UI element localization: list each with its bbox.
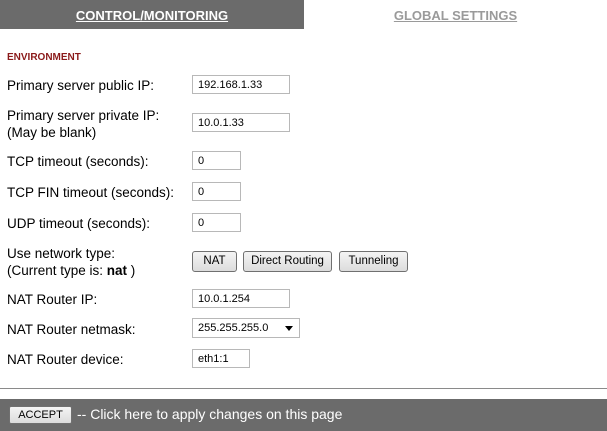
nat-router-ip-input[interactable]: 10.0.1.254: [192, 289, 290, 308]
udp-timeout-label: UDP timeout (seconds):: [7, 216, 151, 231]
primary-private-ip-input[interactable]: 10.0.1.33: [192, 113, 290, 132]
tcp-timeout-input[interactable]: 0: [192, 151, 241, 170]
netmask-selected-value: 255.255.255.0: [198, 322, 269, 334]
current-type-prefix: (Current type is:: [7, 263, 107, 278]
primary-private-ip-label: Primary server private IP:: [7, 108, 160, 123]
tcp-fin-timeout-label: TCP FIN timeout (seconds):: [7, 185, 175, 200]
primary-public-ip-input[interactable]: 192.168.1.33: [192, 75, 290, 94]
tab-control-monitoring[interactable]: CONTROL/MONITORING: [0, 0, 304, 29]
nat-router-device-input[interactable]: eth1:1: [192, 349, 250, 368]
nat-button[interactable]: NAT: [192, 251, 237, 272]
udp-timeout-input[interactable]: 0: [192, 213, 241, 232]
current-type-value: nat: [106, 263, 128, 278]
tcp-timeout-label: TCP timeout (seconds):: [7, 154, 149, 169]
nat-router-netmask-select[interactable]: 255.255.255.0: [192, 318, 300, 338]
nat-router-netmask-label: NAT Router netmask:: [7, 322, 136, 337]
primary-private-ip-note: (May be blank): [7, 125, 97, 140]
direct-routing-button[interactable]: Direct Routing: [243, 251, 332, 272]
tab-bar: CONTROL/MONITORING GLOBAL SETTINGS: [0, 0, 607, 29]
network-type-label: Use network type:: [7, 246, 116, 261]
accept-button[interactable]: ACCEPT: [9, 406, 72, 424]
current-network-type: (Current type is: nat ): [7, 262, 135, 279]
chevron-down-icon: [285, 326, 293, 331]
current-type-suffix: ): [127, 263, 136, 278]
tunneling-button[interactable]: Tunneling: [339, 251, 408, 272]
section-title: ENVIRONMENT: [7, 52, 81, 63]
footer-hint-text: -- Click here to apply changes on this p…: [77, 406, 343, 422]
nat-router-device-label: NAT Router device:: [7, 352, 124, 367]
tab-global-settings[interactable]: GLOBAL SETTINGS: [304, 0, 607, 29]
primary-public-ip-label: Primary server public IP:: [7, 78, 155, 93]
divider: [0, 388, 607, 389]
nat-router-ip-label: NAT Router IP:: [7, 292, 98, 307]
tcp-fin-timeout-input[interactable]: 0: [192, 182, 241, 201]
